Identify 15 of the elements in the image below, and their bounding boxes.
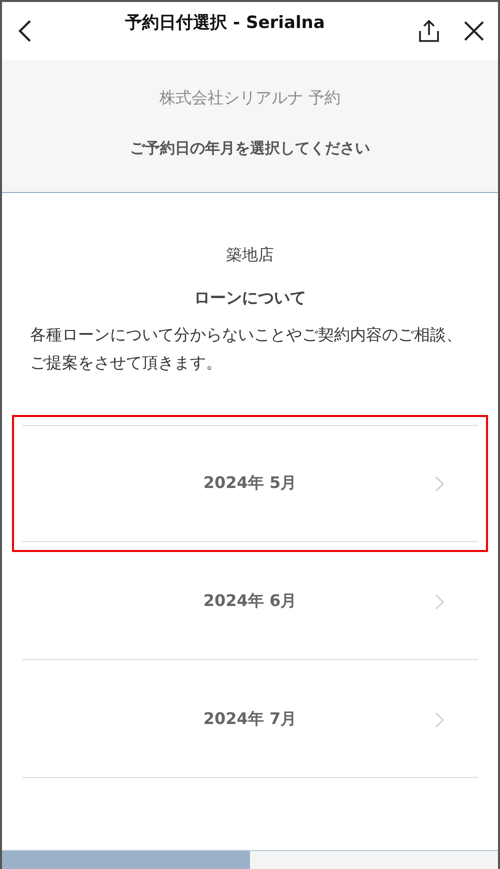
chevron-icon [435, 594, 444, 610]
back-icon[interactable] [18, 19, 32, 43]
month-item[interactable]: 2024年 6月 [22, 544, 478, 660]
chevron-icon [435, 712, 444, 728]
chevron-icon [435, 476, 444, 492]
month-item[interactable]: 2024年 7月 [22, 662, 478, 778]
month-item[interactable]: 2024年 5月 [22, 425, 478, 542]
store-name: 築地店 [226, 245, 274, 266]
close-icon[interactable] [464, 21, 484, 41]
share-icon[interactable] [418, 19, 440, 43]
topic-title: ローンについて [194, 288, 306, 309]
page-title: 予約日付選択 - Serialna [125, 12, 325, 34]
company-name: 株式会社シリアルナ 予約 [159, 88, 341, 109]
topic-description: 各種ローンについて分からないことやご契約内容のご相談、ご提案をさせて頂きます。 [30, 324, 463, 374]
instruction-text: ご予約日の年月を選択してください [130, 139, 370, 158]
